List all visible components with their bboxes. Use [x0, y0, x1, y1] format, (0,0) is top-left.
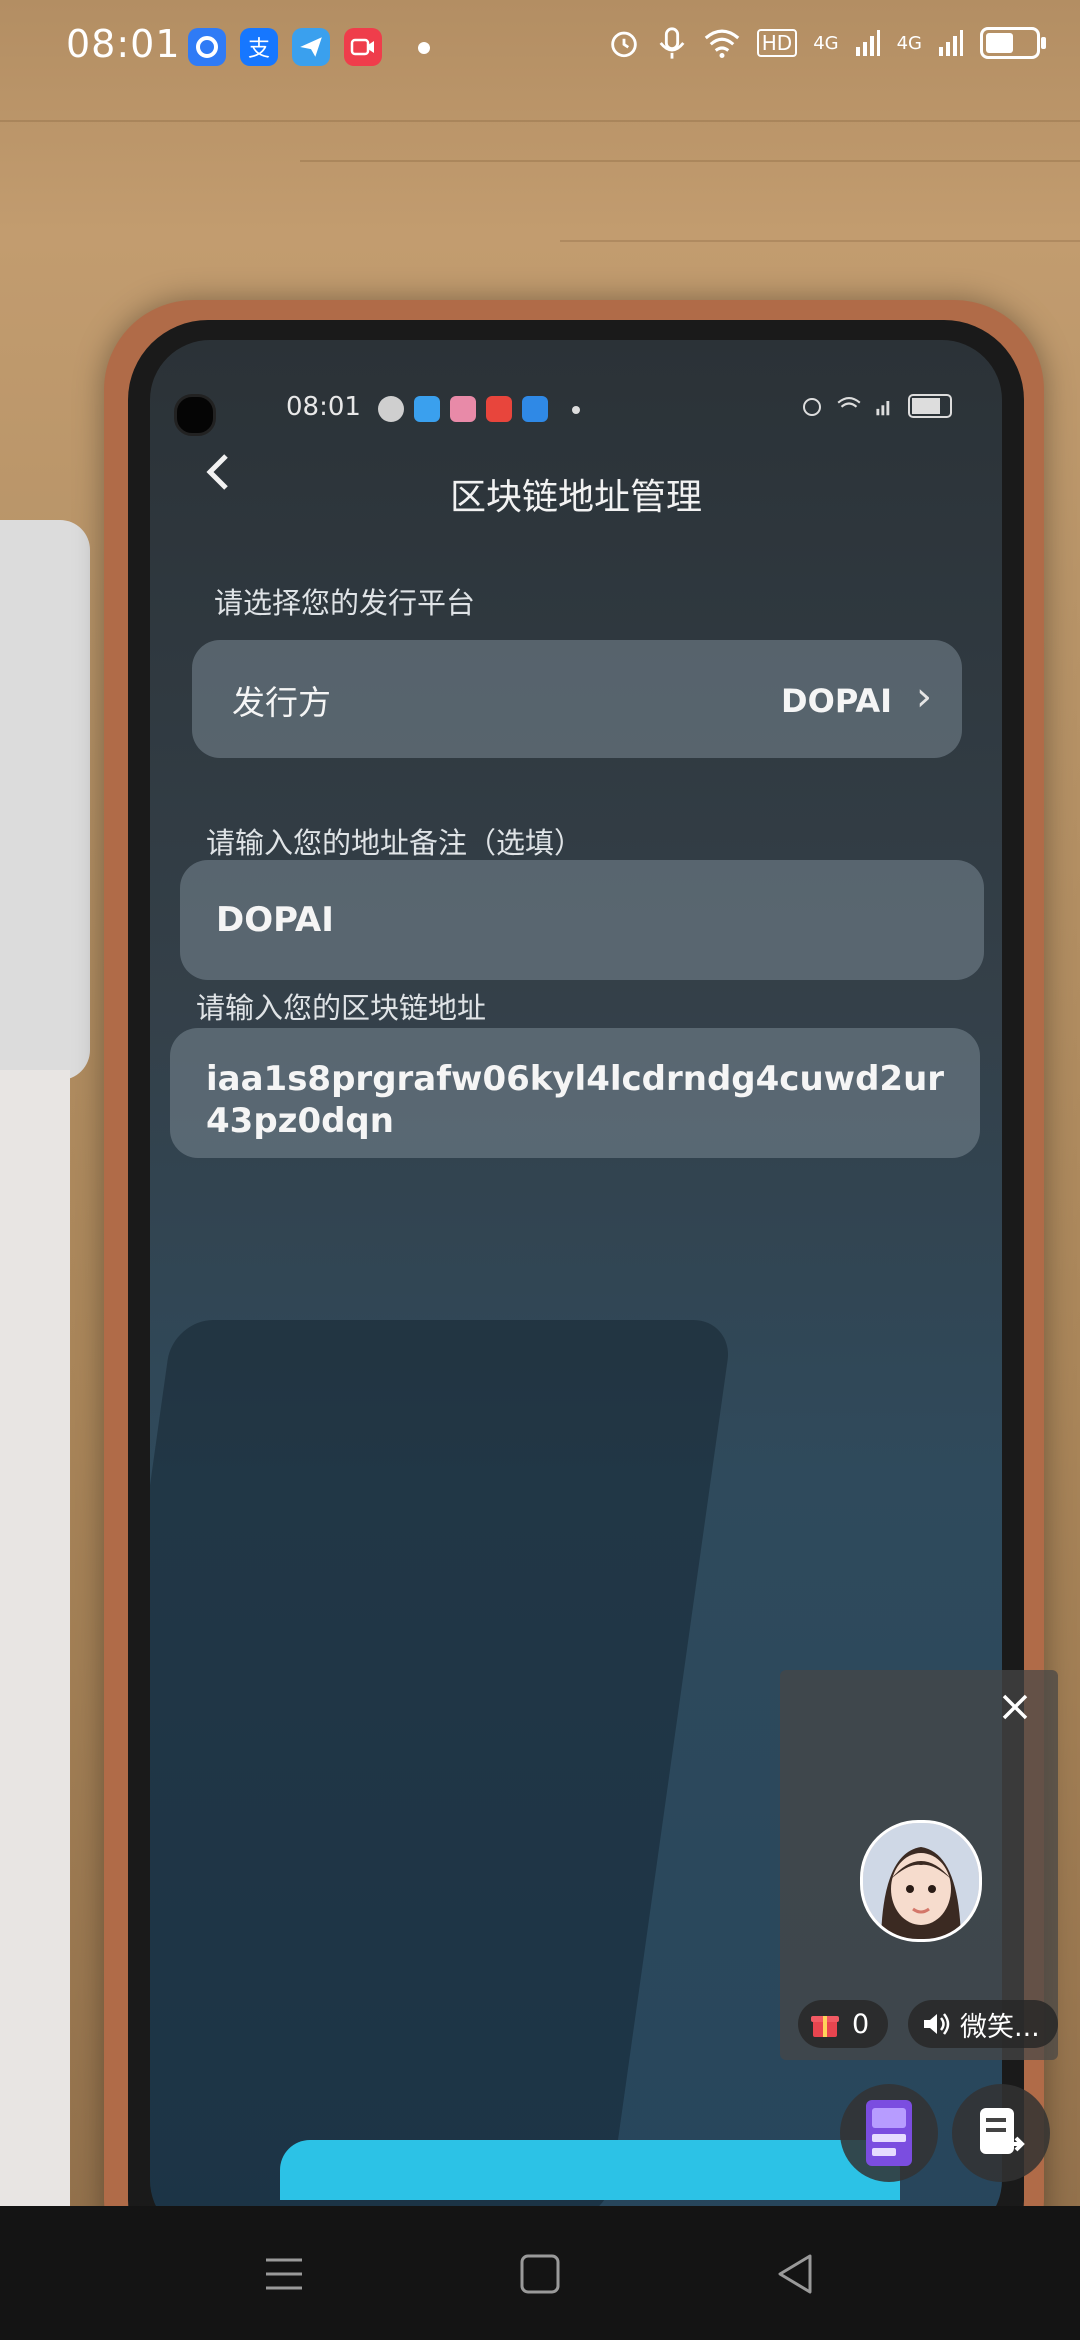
back-nav-button[interactable]	[764, 2242, 828, 2306]
document-export-icon	[980, 2108, 1025, 2154]
mic-icon	[659, 27, 685, 59]
notes-share-button[interactable]	[952, 2084, 1050, 2182]
gift-icon	[811, 2016, 839, 2037]
issuer-key: 发行方	[232, 683, 331, 722]
chevron-right-icon: ›	[916, 674, 932, 720]
home-nav-button[interactable]	[508, 2242, 572, 2306]
home-square-icon	[520, 2254, 560, 2294]
app-icon	[450, 396, 476, 422]
page-title: 区块链地址管理	[449, 477, 702, 518]
inner-status-apps	[378, 396, 580, 422]
platform-label: 请选择您的发行平台	[214, 586, 476, 620]
menu-nav-button[interactable]	[252, 2242, 316, 2306]
note-value: DOPAI	[216, 900, 334, 940]
wifi-icon	[837, 397, 861, 408]
background-paper	[0, 1070, 70, 2220]
menu-icon	[266, 2258, 302, 2290]
status-bar: 08:01 支 HD 4G 4G	[0, 0, 1080, 96]
game-card-icon	[866, 2100, 912, 2166]
app-icon	[414, 396, 440, 422]
gift-count: 0	[852, 2008, 870, 2040]
wechat-icon	[378, 396, 404, 422]
signal-icon-1	[855, 30, 880, 56]
inner-status-right	[800, 394, 952, 418]
avatar[interactable]	[860, 1820, 982, 1942]
note-input[interactable]: DOPAI	[180, 860, 984, 980]
hd-badge: HD	[756, 29, 798, 57]
speaker-icon	[924, 2013, 950, 2035]
address-value: iaa1s8prgrafw06kyl4lcdrndg4cuwd2ur43pz0d…	[206, 1059, 945, 1141]
gift-counter[interactable]: 0	[798, 2000, 888, 2048]
inner-status-bar: 08:01	[150, 340, 1002, 436]
note-label: 请输入您的地址备注（选填）	[206, 826, 584, 860]
signal-icon-2	[939, 30, 963, 56]
confirm-button[interactable]	[280, 2140, 900, 2200]
app-icon	[522, 396, 548, 422]
system-nav-bar	[0, 2206, 1080, 2340]
address-label: 请输入您的区块链地址	[196, 991, 487, 1025]
video-app-icon	[344, 28, 382, 66]
circle-app-icon	[188, 28, 226, 66]
network-4g-1: 4G	[813, 32, 839, 54]
status-time: 08:01	[66, 22, 181, 66]
alarm-icon	[610, 31, 637, 58]
game-promo-button[interactable]	[840, 2084, 938, 2182]
wifi-icon	[704, 29, 739, 58]
front-camera	[174, 394, 216, 436]
plane-app-icon	[292, 28, 330, 66]
issuer-value: DOPAI	[781, 682, 892, 720]
network-4g-2: 4G	[896, 32, 922, 54]
alarm-icon	[803, 398, 821, 416]
address-input[interactable]: iaa1s8prgrafw06kyl4lcdrndg4cuwd2ur43pz0d…	[170, 1028, 980, 1158]
close-button[interactable]	[990, 1684, 1040, 1734]
shadow	[150, 1320, 734, 2220]
voice-chip[interactable]: 微笑...	[908, 2000, 1058, 2048]
back-triangle-icon	[778, 2254, 812, 2294]
battery-icon	[908, 394, 952, 418]
app-icon	[486, 396, 512, 422]
issuer-selector[interactable]: 发行方 DOPAI ›	[192, 640, 962, 758]
battery-icon	[980, 27, 1046, 59]
notification-dot	[572, 406, 580, 414]
inner-status-time: 08:01	[286, 392, 361, 422]
floating-widget: 0 微笑...	[780, 1670, 1058, 2060]
signal-icon	[876, 401, 890, 416]
status-app-icons: 支	[188, 28, 382, 66]
notification-dot	[418, 42, 430, 54]
background-object	[0, 520, 90, 1080]
alipay-icon: 支	[240, 28, 278, 66]
close-icon	[1002, 1694, 1028, 1720]
voice-label: 微笑...	[960, 2011, 1040, 2043]
